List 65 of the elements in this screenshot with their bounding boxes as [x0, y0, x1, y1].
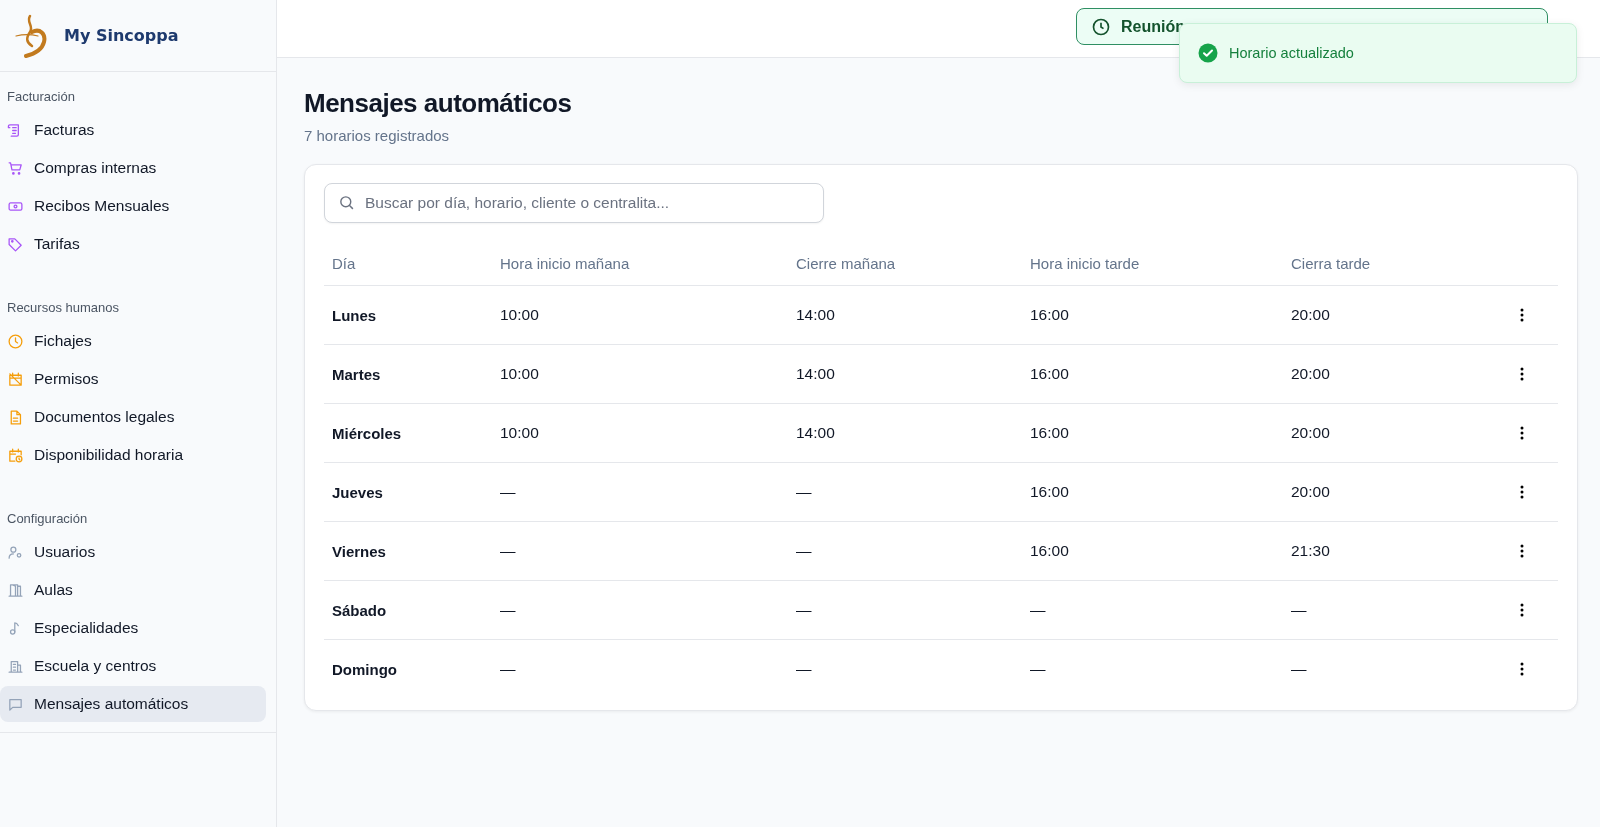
- time-cell: 16:00: [1022, 403, 1283, 463]
- time-cell: 20:00: [1283, 462, 1502, 522]
- day-cell: Lunes: [324, 285, 492, 345]
- time-cell: 10:00: [492, 344, 788, 404]
- time-cell: —: [788, 580, 1022, 640]
- time-cell: —: [492, 580, 788, 640]
- time-cell: 16:00: [1022, 285, 1283, 345]
- brand-name: My Sincoppa: [64, 26, 179, 45]
- time-cell: 20:00: [1283, 403, 1502, 463]
- time-cell: 16:00: [1022, 344, 1283, 404]
- sidebar-item[interactable]: Tarifas: [0, 226, 266, 262]
- column-header: Hora inicio tarde: [1022, 241, 1283, 286]
- day-cell: Viernes: [324, 521, 492, 581]
- time-cell: 10:00: [492, 285, 788, 345]
- column-header: Hora inicio mañana: [492, 241, 788, 286]
- time-cell: —: [492, 521, 788, 581]
- time-cell: —: [492, 639, 788, 698]
- section-label: Configuración: [6, 510, 89, 528]
- sidebar-item[interactable]: Disponibilidad horaria: [0, 437, 266, 473]
- time-cell: 20:00: [1283, 285, 1502, 345]
- search-icon: [338, 194, 355, 211]
- time-cell: —: [1283, 639, 1502, 698]
- day-cell: Martes: [324, 344, 492, 404]
- clock-icon: [1091, 16, 1111, 37]
- time-cell: —: [788, 521, 1022, 581]
- time-cell: —: [492, 462, 788, 522]
- sidebar-item[interactable]: Usuarios: [0, 534, 266, 570]
- search-field[interactable]: Buscar por día, horario, cliente o centralita...: [324, 183, 824, 223]
- time-cell: —: [1283, 580, 1502, 640]
- toast-message: Horario actualizado: [1229, 45, 1354, 61]
- time-cell: —: [1022, 639, 1283, 698]
- time-cell: —: [788, 639, 1022, 698]
- day-cell: Miércoles: [324, 403, 492, 463]
- sidebar-item[interactable]: Mensajes automáticos: [0, 686, 266, 722]
- time-cell: 10:00: [492, 403, 788, 463]
- page-title: Mensajes automáticos: [304, 88, 573, 119]
- banner-text: Reunión: [1121, 17, 1185, 36]
- sidebar-item[interactable]: Especialidades: [0, 610, 266, 646]
- day-cell: Sábado: [324, 580, 492, 640]
- time-cell: 14:00: [788, 344, 1022, 404]
- column-header: Cierra tarde: [1283, 241, 1502, 286]
- sidebar-item[interactable]: Recibos Mensuales: [0, 188, 266, 224]
- time-cell: —: [788, 462, 1022, 522]
- time-cell: 14:00: [788, 285, 1022, 345]
- sidebar-item[interactable]: Permisos: [0, 361, 266, 397]
- column-header: Cierre mañana: [788, 241, 1022, 286]
- day-cell: Jueves: [324, 462, 492, 522]
- sidebar-item[interactable]: Escuela y centros: [0, 648, 266, 684]
- page-subtitle: 7 horarios registrados: [304, 127, 451, 144]
- time-cell: 21:30: [1283, 521, 1502, 581]
- time-cell: 16:00: [1022, 521, 1283, 581]
- time-cell: 16:00: [1022, 462, 1283, 522]
- section-label: Recursos humanos: [6, 299, 120, 317]
- sidebar-item[interactable]: Facturas: [0, 112, 266, 148]
- time-cell: —: [1022, 580, 1283, 640]
- time-cell: 20:00: [1283, 344, 1502, 404]
- column-header: Día: [324, 241, 492, 286]
- section-label: Facturación: [6, 88, 76, 106]
- sidebar-item[interactable]: Compras internas: [0, 150, 266, 186]
- sidebar-item[interactable]: Aulas: [0, 572, 266, 608]
- sidebar-item[interactable]: Fichajes: [0, 323, 266, 359]
- time-cell: 14:00: [788, 403, 1022, 463]
- sidebar-item[interactable]: Documentos legales: [0, 399, 266, 435]
- check-circle-icon: [1198, 43, 1218, 63]
- day-cell: Domingo: [324, 639, 492, 698]
